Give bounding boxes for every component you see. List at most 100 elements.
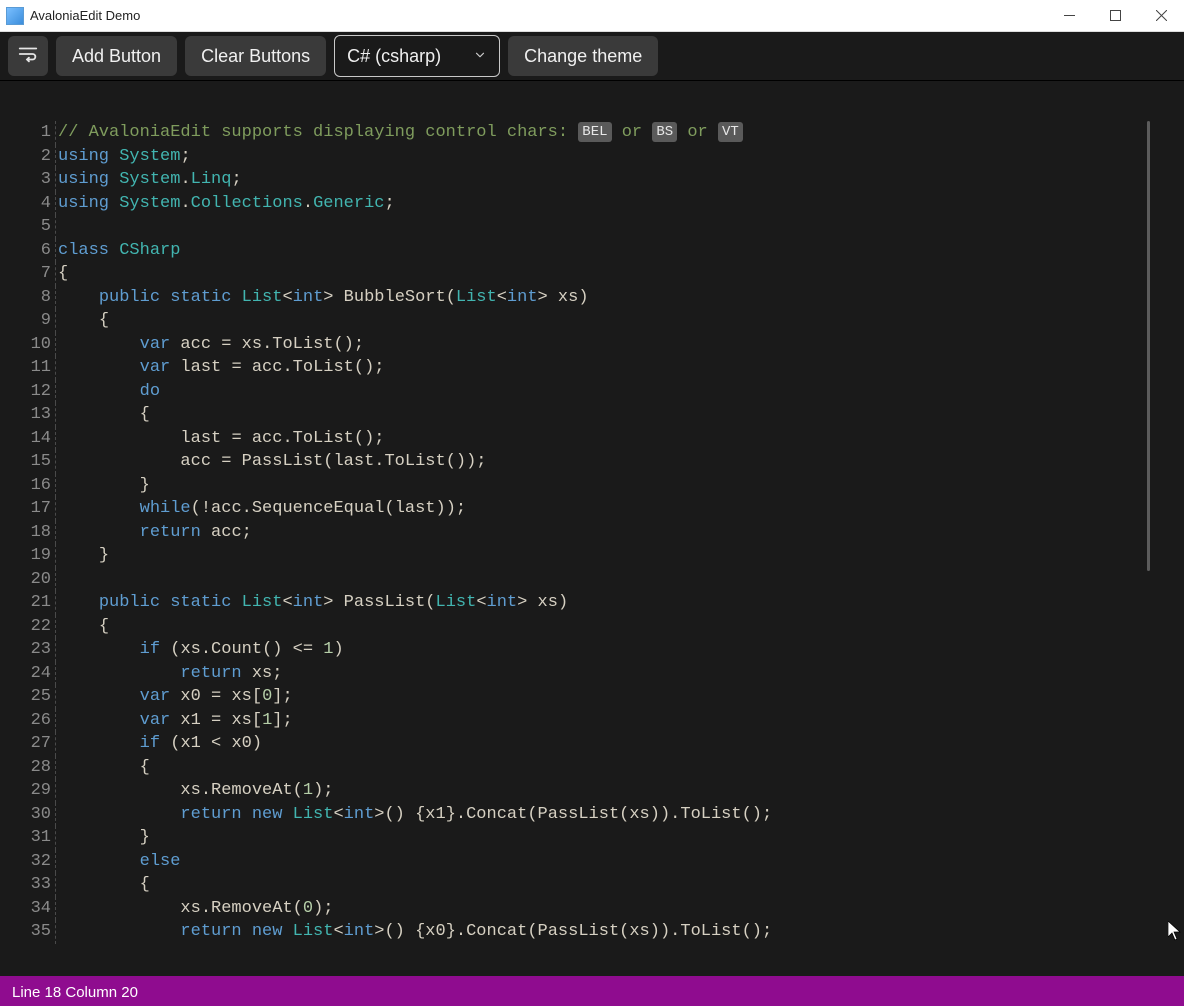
code-content[interactable]: {	[56, 262, 68, 286]
code-line[interactable]: 6class CSharp	[0, 239, 1184, 263]
code-line[interactable]: 22 {	[0, 615, 1184, 639]
code-content[interactable]: while(!acc.SequenceEqual(last));	[56, 497, 466, 521]
code-content[interactable]: class CSharp	[56, 239, 180, 263]
code-line[interactable]: 20	[0, 568, 1184, 592]
window-controls	[1046, 0, 1184, 31]
code-line[interactable]: 16 }	[0, 474, 1184, 498]
line-number: 6	[0, 239, 56, 263]
code-line[interactable]: 29 xs.RemoveAt(1);	[0, 779, 1184, 803]
code-content[interactable]: last = acc.ToList();	[56, 427, 384, 451]
code-line[interactable]: 15 acc = PassList(last.ToList());	[0, 450, 1184, 474]
code-content[interactable]: return xs;	[56, 662, 282, 686]
code-content[interactable]: else	[56, 850, 180, 874]
code-line[interactable]: 26 var x1 = xs[1];	[0, 709, 1184, 733]
code-content[interactable]: var last = acc.ToList();	[56, 356, 385, 380]
code-line[interactable]: 27 if (x1 < x0)	[0, 732, 1184, 756]
line-number: 9	[0, 309, 56, 333]
code-line[interactable]: 33 {	[0, 873, 1184, 897]
code-content[interactable]: public static List<int> PassList(List<in…	[56, 591, 568, 615]
code-content[interactable]: }	[56, 474, 150, 498]
code-line[interactable]: 25 var x0 = xs[0];	[0, 685, 1184, 709]
add-button[interactable]: Add Button	[56, 36, 177, 76]
line-number: 4	[0, 192, 56, 216]
line-number: 18	[0, 521, 56, 545]
code-content[interactable]	[56, 568, 58, 592]
code-content[interactable]	[56, 215, 58, 239]
code-line[interactable]: 11 var last = acc.ToList();	[0, 356, 1184, 380]
language-combo[interactable]: C# (csharp)	[334, 35, 500, 77]
code-line[interactable]: 13 {	[0, 403, 1184, 427]
code-content[interactable]: using System.Linq;	[56, 168, 242, 192]
line-number: 7	[0, 262, 56, 286]
code-content[interactable]: xs.RemoveAt(1);	[56, 779, 333, 803]
code-line[interactable]: 18 return acc;	[0, 521, 1184, 545]
line-number: 15	[0, 450, 56, 474]
code-line[interactable]: 28 {	[0, 756, 1184, 780]
code-content[interactable]: {	[56, 309, 109, 333]
code-line[interactable]: 32 else	[0, 850, 1184, 874]
code-line[interactable]: 23 if (xs.Count() <= 1)	[0, 638, 1184, 662]
change-theme-button[interactable]: Change theme	[508, 36, 658, 76]
line-number: 31	[0, 826, 56, 850]
code-line[interactable]: 17 while(!acc.SequenceEqual(last));	[0, 497, 1184, 521]
statusbar: Line 18 Column 20	[0, 976, 1184, 1006]
line-number: 17	[0, 497, 56, 521]
clear-buttons-button[interactable]: Clear Buttons	[185, 36, 326, 76]
code-content[interactable]: var x0 = xs[0];	[56, 685, 293, 709]
scrollbar-thumb[interactable]	[1147, 121, 1150, 571]
code-line[interactable]: 9 {	[0, 309, 1184, 333]
titlebar: AvaloniaEdit Demo	[0, 0, 1184, 32]
code-line[interactable]: 24 return xs;	[0, 662, 1184, 686]
code-content[interactable]: {	[56, 873, 150, 897]
code-content[interactable]: var acc = xs.ToList();	[56, 333, 364, 357]
add-button-label: Add Button	[72, 46, 161, 67]
editor-area: 1// AvaloniaEdit supports displaying con…	[0, 81, 1184, 976]
code-content[interactable]: {	[56, 615, 109, 639]
toolbar: Add Button Clear Buttons C# (csharp) Cha…	[0, 32, 1184, 81]
code-line[interactable]: 4using System.Collections.Generic;	[0, 192, 1184, 216]
line-number: 20	[0, 568, 56, 592]
close-button[interactable]	[1138, 0, 1184, 31]
code-line[interactable]: 5	[0, 215, 1184, 239]
code-content[interactable]: if (x1 < x0)	[56, 732, 262, 756]
code-content[interactable]: }	[56, 826, 150, 850]
wrap-text-button[interactable]	[8, 36, 48, 76]
code-content[interactable]: return new List<int>() {x1}.Concat(PassL…	[56, 803, 772, 827]
maximize-button[interactable]	[1092, 0, 1138, 31]
code-content[interactable]: using System.Collections.Generic;	[56, 192, 395, 216]
code-line[interactable]: 35 return new List<int>() {x0}.Concat(Pa…	[0, 920, 1184, 944]
code-line[interactable]: 30 return new List<int>() {x1}.Concat(Pa…	[0, 803, 1184, 827]
code-content[interactable]: public static List<int> BubbleSort(List<…	[56, 286, 589, 310]
code-line[interactable]: 12 do	[0, 380, 1184, 404]
line-number: 1	[0, 121, 56, 145]
code-line[interactable]: 14 last = acc.ToList();	[0, 427, 1184, 451]
code-content[interactable]: if (xs.Count() <= 1)	[56, 638, 344, 662]
code-content[interactable]: do	[56, 380, 160, 404]
code-line[interactable]: 31 }	[0, 826, 1184, 850]
code-line[interactable]: 2using System;	[0, 145, 1184, 169]
line-number: 25	[0, 685, 56, 709]
code-content[interactable]: {	[56, 756, 150, 780]
code-content[interactable]: return new List<int>() {x0}.Concat(PassL…	[56, 920, 772, 944]
code-line[interactable]: 34 xs.RemoveAt(0);	[0, 897, 1184, 921]
code-content[interactable]: using System;	[56, 145, 191, 169]
code-line[interactable]: 21 public static List<int> PassList(List…	[0, 591, 1184, 615]
line-number: 34	[0, 897, 56, 921]
code-line[interactable]: 10 var acc = xs.ToList();	[0, 333, 1184, 357]
code-line[interactable]: 3using System.Linq;	[0, 168, 1184, 192]
caret-position-text: Line 18 Column 20	[12, 984, 138, 1001]
code-line[interactable]: 1// AvaloniaEdit supports displaying con…	[0, 121, 1184, 145]
code-content[interactable]: xs.RemoveAt(0);	[56, 897, 333, 921]
minimize-button[interactable]	[1046, 0, 1092, 31]
code-content[interactable]: var x1 = xs[1];	[56, 709, 293, 733]
code-content[interactable]: // AvaloniaEdit supports displaying cont…	[56, 121, 743, 145]
code-content[interactable]: return acc;	[56, 521, 252, 545]
code-line[interactable]: 8 public static List<int> BubbleSort(Lis…	[0, 286, 1184, 310]
code-line[interactable]: 19 }	[0, 544, 1184, 568]
code-editor[interactable]: 1// AvaloniaEdit supports displaying con…	[0, 121, 1184, 976]
code-content[interactable]: acc = PassList(last.ToList());	[56, 450, 487, 474]
code-content[interactable]: }	[56, 544, 109, 568]
clear-buttons-label: Clear Buttons	[201, 46, 310, 67]
code-line[interactable]: 7{	[0, 262, 1184, 286]
code-content[interactable]: {	[56, 403, 150, 427]
